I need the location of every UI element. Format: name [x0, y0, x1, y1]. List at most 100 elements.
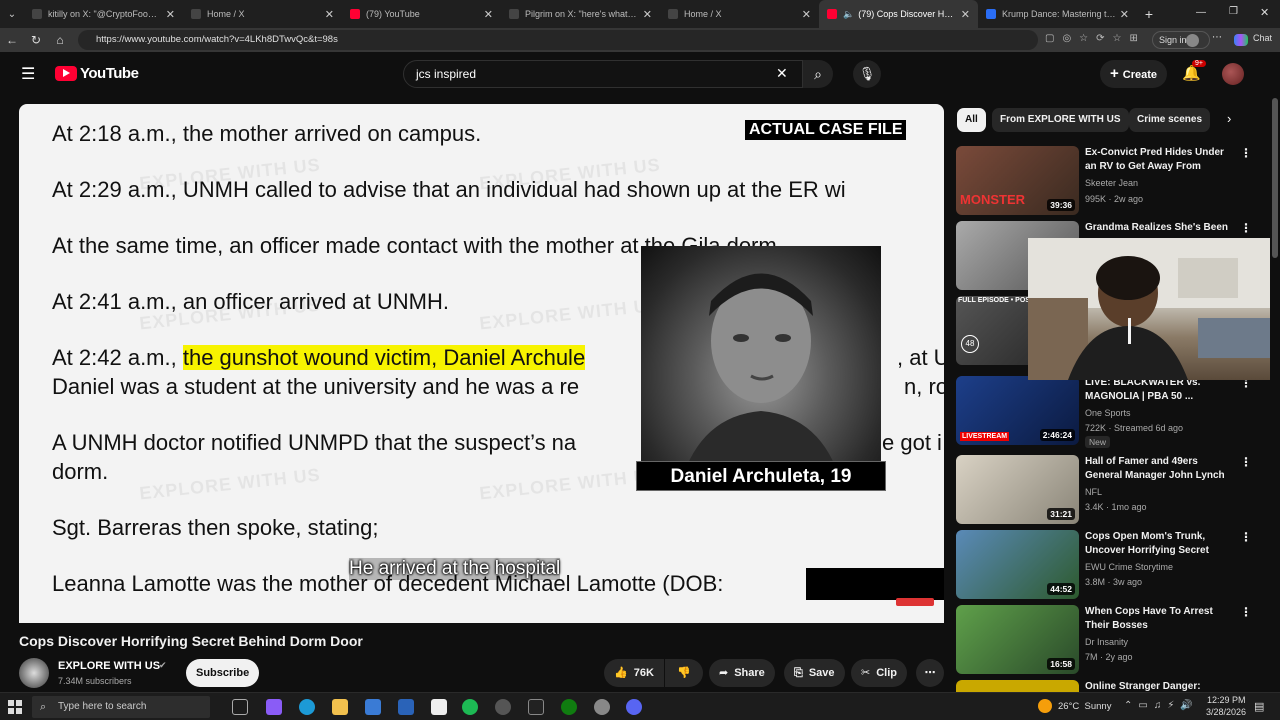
recommendation-item[interactable]: 16:58 When Cops Have To Arrest Their Bos… — [956, 605, 1266, 675]
video-thumbnail[interactable]: MONSTER 39:36 — [956, 146, 1079, 215]
video-thumbnail[interactable]: 16:58 — [956, 605, 1079, 674]
video-thumbnail[interactable]: 44:52 — [956, 530, 1079, 599]
recommendation-item[interactable]: 44:52 Cops Open Mom's Trunk, Uncover Hor… — [956, 530, 1266, 600]
close-tab-icon[interactable]: ✕ — [325, 8, 334, 21]
page-scrollbar[interactable] — [1270, 96, 1280, 692]
channel-name[interactable]: EXPLORE WITH US — [58, 660, 160, 672]
duration-badge: 39:36 — [1047, 199, 1075, 211]
browser-tab[interactable]: Krump Dance: Mastering the Esse✕ — [978, 0, 1137, 28]
close-tab-icon[interactable]: ✕ — [643, 8, 652, 21]
windows-start-icon[interactable] — [8, 700, 22, 714]
sign-in-button[interactable]: Sign in — [1152, 31, 1210, 49]
restore-icon[interactable]: ❐ — [1229, 6, 1238, 17]
tab-list-dropdown-icon[interactable]: ⌄ — [0, 9, 24, 20]
channel-avatar[interactable] — [19, 658, 49, 688]
recommendation-item[interactable]: LIVESTREAM 2:46:24 LIVE: BLACKWATER vs. M… — [956, 376, 1266, 448]
more-menu-icon[interactable]: ⋯ — [1212, 32, 1222, 43]
clock-date[interactable]: 3/28/2026 — [1206, 707, 1246, 717]
mail-icon[interactable] — [398, 699, 414, 715]
sign-in-label: Sign in — [1159, 35, 1187, 45]
browser-tab[interactable]: (79) YouTube ✕ — [342, 0, 501, 28]
close-tab-icon[interactable]: ✕ — [802, 8, 811, 21]
search-input[interactable]: jcs inspired — [403, 60, 803, 88]
recommendation-item[interactable]: Online Stranger Danger: Breck's — [956, 680, 1266, 692]
video-thumbnail[interactable]: 31:21 — [956, 455, 1079, 524]
close-tab-icon[interactable]: ✕ — [166, 8, 175, 21]
browser-tab[interactable]: kitilly on X: "@CryptoFooo @Fea✕ — [24, 0, 183, 28]
recommendation-meta: 7M · 2y ago — [1085, 652, 1133, 662]
recommendation-title: Hall of Famer and 49ers General Manager … — [1085, 456, 1225, 481]
youtube-logo[interactable]: YouTube — [55, 65, 139, 82]
save-button[interactable]: ⎘ Save — [784, 659, 845, 687]
subscribe-button[interactable]: Subscribe — [186, 659, 260, 687]
account-avatar[interactable] — [1222, 63, 1244, 85]
xbox-icon[interactable] — [561, 699, 577, 715]
scrollbar-thumb[interactable] — [1272, 98, 1278, 258]
recommendation-title: Grandma Realizes She's Been — [1085, 222, 1228, 233]
voice-search-button[interactable]: 🎙 — [853, 60, 881, 88]
like-button[interactable]: 👍 76K — [604, 659, 664, 687]
home-icon[interactable]: ⌂ — [48, 33, 72, 47]
create-button[interactable]: + Create — [1100, 60, 1168, 88]
spotify-icon[interactable] — [462, 699, 478, 715]
search-button[interactable]: ⌕ — [803, 60, 833, 88]
taskbar-search[interactable]: ⌕ Type here to search — [32, 696, 210, 718]
file-explorer-icon[interactable] — [332, 699, 348, 715]
dislike-button[interactable]: 👎 — [665, 659, 703, 687]
close-tab-icon[interactable]: ✕ — [1120, 8, 1129, 21]
more-options-icon[interactable]: ⋮ — [1240, 530, 1252, 544]
more-options-icon[interactable]: ⋮ — [1240, 146, 1252, 160]
chip-crime-scenes[interactable]: Crime scenes — [1129, 108, 1211, 132]
app-icon[interactable] — [495, 699, 511, 715]
app-icon[interactable] — [626, 699, 642, 715]
notifications-button[interactable]: 🔔 9+ — [1182, 60, 1206, 82]
more-options-icon[interactable]: ⋮ — [1240, 455, 1252, 469]
chip-from-channel[interactable]: From EXPLORE WITH US — [992, 108, 1129, 132]
app-icon[interactable] — [266, 699, 282, 715]
video-thumbnail[interactable]: LIVESTREAM 2:46:24 — [956, 376, 1079, 445]
browser-tab[interactable]: Home / X ✕ — [183, 0, 342, 28]
system-tray-icons[interactable]: ⌃▭♫⚡🔊 — [1124, 700, 1199, 711]
url-field[interactable]: https://www.youtube.com/watch?v=4LKh8DTw… — [78, 30, 1038, 50]
recommendation-item[interactable]: MONSTER 39:36 Ex-Convict Pred Hides Under… — [956, 146, 1266, 216]
recommendation-item[interactable]: 31:21 Hall of Famer and 49ers General Ma… — [956, 455, 1266, 525]
close-tab-icon[interactable]: ✕ — [484, 8, 493, 21]
video-player[interactable]: EXPLORE WITH US EXPLORE WITH US EXPLORE … — [19, 104, 944, 623]
minimize-icon[interactable]: — — [1196, 7, 1206, 18]
chip-all[interactable]: All — [957, 108, 986, 132]
video-thumbnail[interactable] — [956, 680, 1079, 692]
app-icon[interactable] — [594, 699, 610, 715]
avatar[interactable] — [1186, 34, 1199, 47]
extension-icons[interactable]: ▢◎☆⟳☆⊞ — [1045, 33, 1146, 44]
watermark: EXPLORE WITH US — [478, 464, 662, 504]
channel-row: EXPLORE WITH US ✔ 7.34M subscribers Subs… — [19, 658, 944, 690]
close-window-icon[interactable]: ✕ — [1260, 6, 1269, 19]
speaker-icon[interactable]: 🔈 — [843, 9, 854, 20]
clear-search-icon[interactable]: ✕ — [776, 65, 788, 82]
more-actions-button[interactable]: ⋯ — [916, 659, 944, 687]
more-options-icon[interactable]: ⋮ — [1240, 605, 1252, 619]
notification-center-icon[interactable]: ▤ — [1254, 700, 1264, 713]
share-button[interactable]: ➦ Share — [709, 659, 775, 687]
browser-tab[interactable]: Home / X ✕ — [660, 0, 819, 28]
task-view-icon[interactable] — [232, 699, 248, 715]
weather-text[interactable]: 26°C Sunny — [1058, 701, 1111, 712]
app-icon[interactable] — [528, 699, 544, 715]
edge-icon[interactable] — [299, 699, 315, 715]
store-icon[interactable] — [365, 699, 381, 715]
webcam-illustration — [1028, 238, 1280, 380]
file-icon[interactable] — [431, 699, 447, 715]
copilot-icon[interactable] — [1234, 34, 1248, 46]
refresh-icon[interactable]: ↻ — [24, 33, 48, 47]
back-icon[interactable]: ← — [0, 33, 24, 47]
clock-time[interactable]: 12:29 PM — [1207, 695, 1246, 705]
browser-tab-active[interactable]: 🔈(79) Cops Discover Horrifying✕ — [819, 0, 978, 28]
browser-tab[interactable]: Pilgrim on X: "here's what clavicul✕ — [501, 0, 660, 28]
more-options-icon[interactable]: ⋮ — [1240, 221, 1252, 235]
new-tab-icon[interactable]: + — [1137, 6, 1161, 22]
clip-button[interactable]: ✂ Clip — [851, 659, 907, 687]
chevron-right-icon[interactable]: › — [1227, 111, 1231, 126]
close-tab-icon[interactable]: ✕ — [961, 8, 970, 21]
hamburger-menu-icon[interactable]: ☰ — [21, 64, 35, 84]
chat-label[interactable]: Chat — [1253, 33, 1272, 43]
